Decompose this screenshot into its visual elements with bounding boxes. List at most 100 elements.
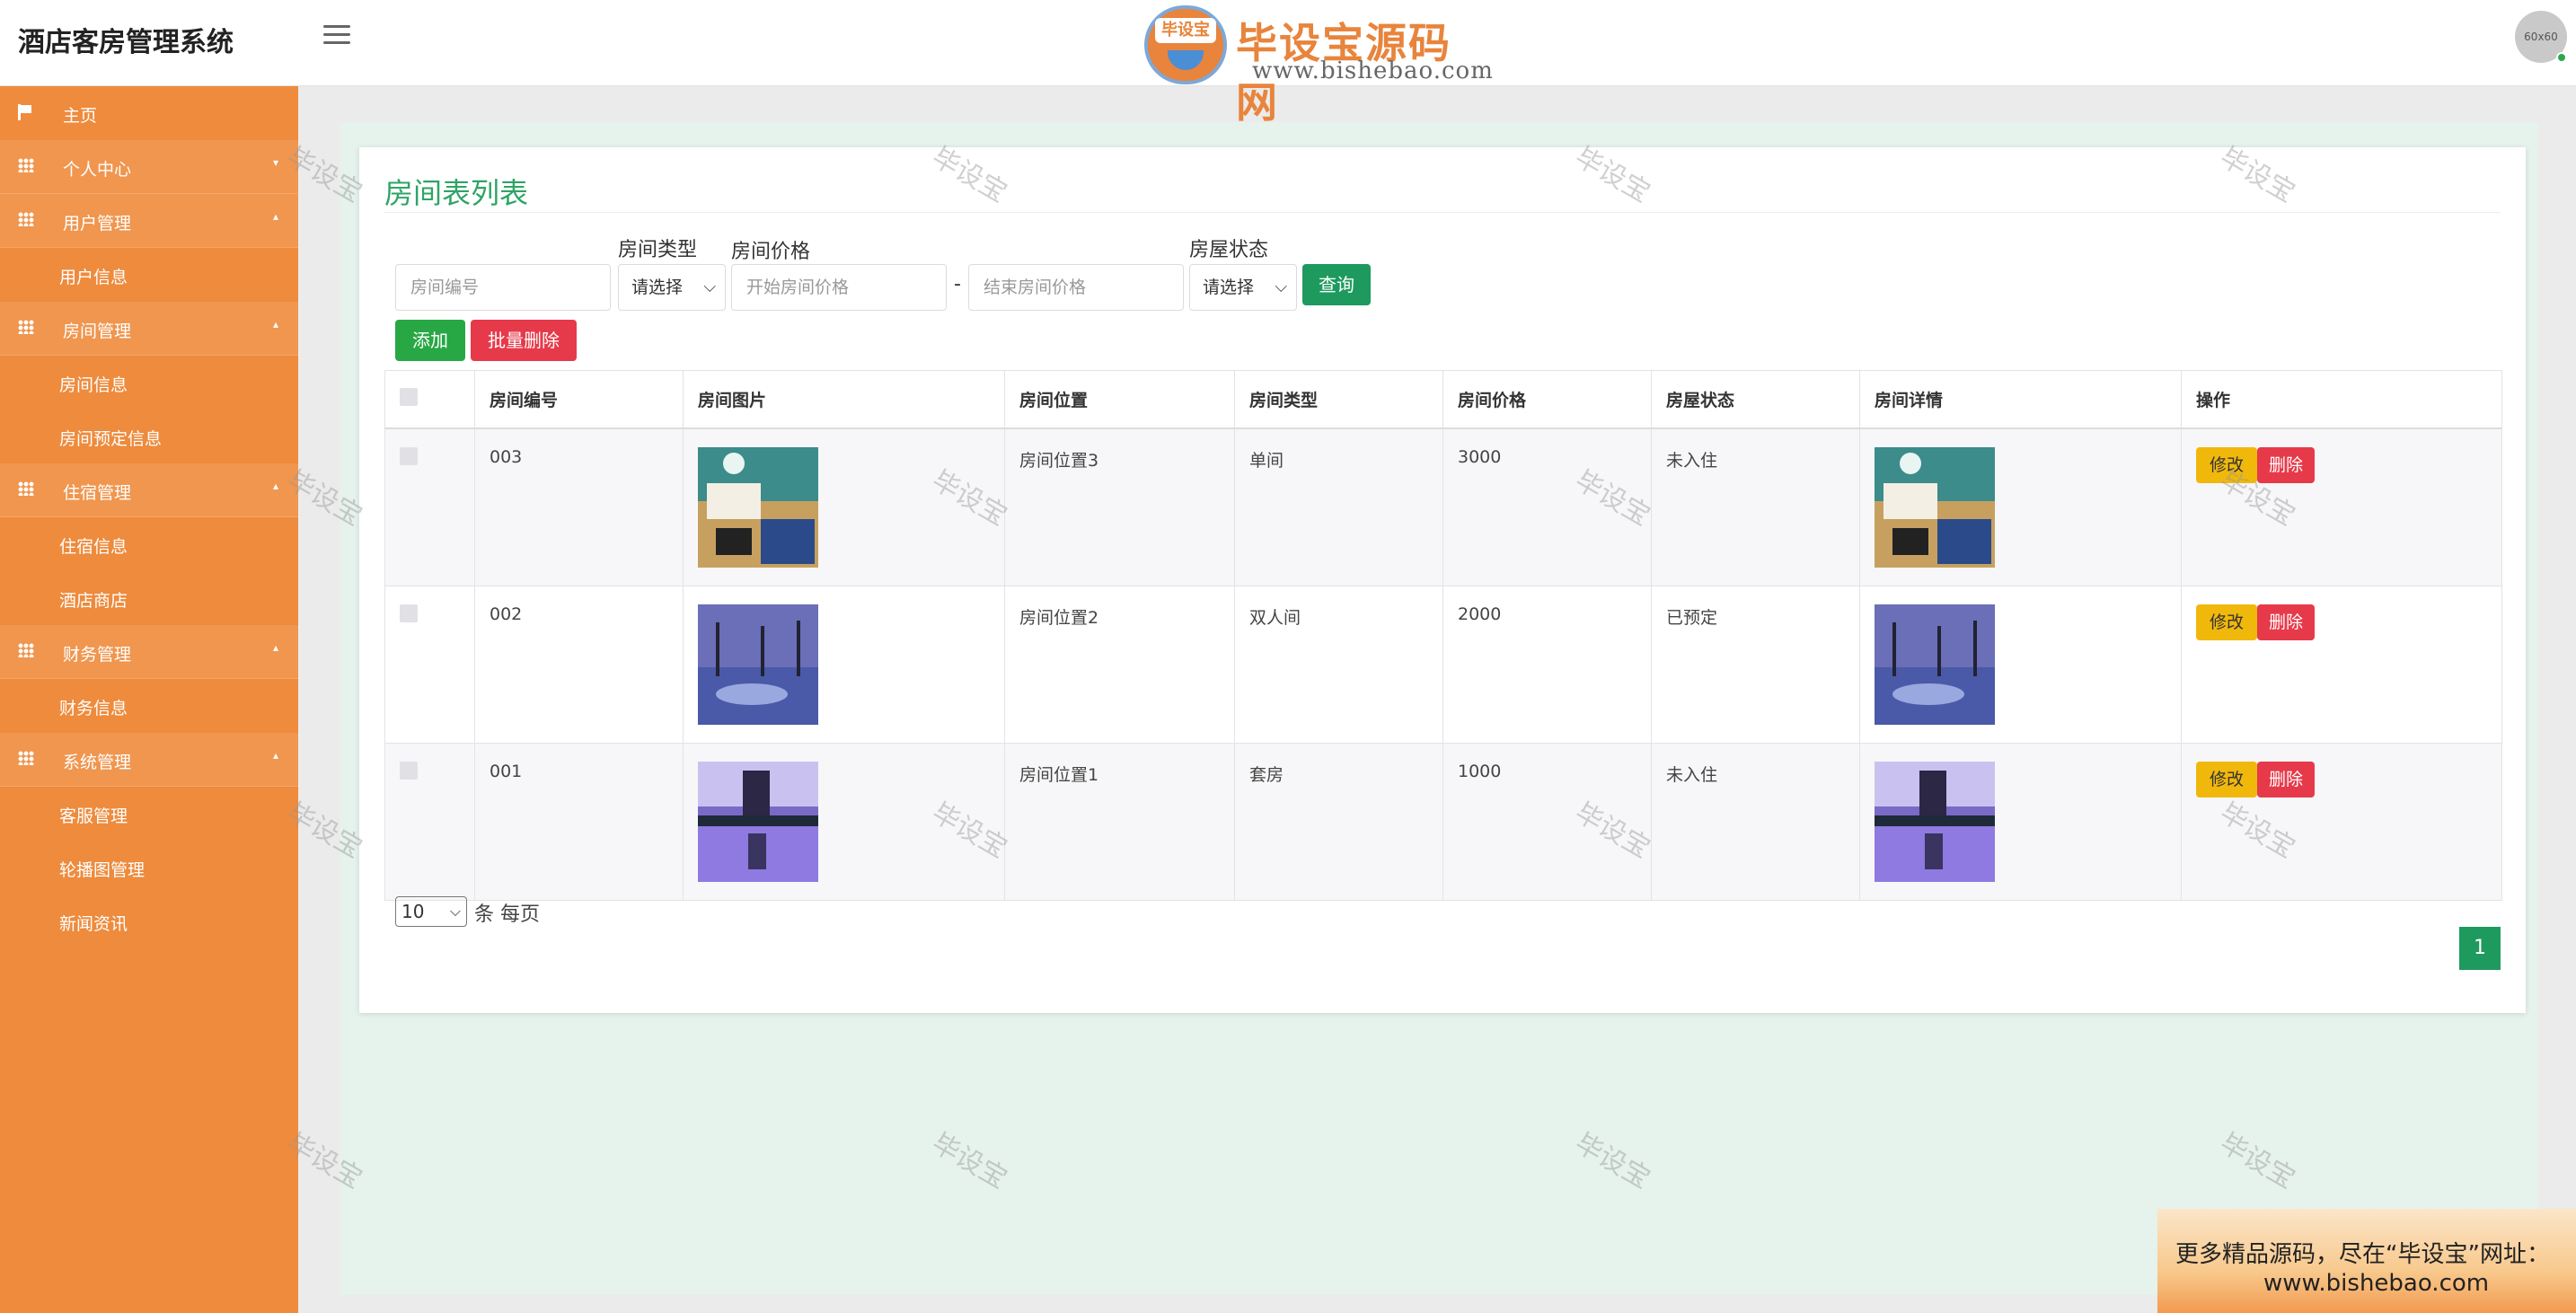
- select-all-checkbox[interactable]: [400, 387, 418, 406]
- sidebar-item-customer-service[interactable]: 客服管理: [0, 787, 298, 841]
- row-checkbox[interactable]: [400, 761, 418, 780]
- sidebar-group-finance[interactable]: 财务管理 ▴: [0, 625, 298, 679]
- select-value: 请选择: [631, 278, 684, 297]
- room-image[interactable]: [698, 446, 818, 568]
- sidebar-group-label: 系统管理: [63, 753, 132, 772]
- room-no-cell: 001: [474, 742, 684, 901]
- price-label: 房间价格: [731, 241, 811, 263]
- sidebar-group-system[interactable]: 系统管理 ▴: [0, 733, 298, 787]
- delete-button[interactable]: 删除: [2257, 604, 2315, 640]
- caret-up-icon: ▴: [273, 480, 279, 492]
- room-detail-cell: [1859, 742, 2182, 901]
- sidebar-item-home[interactable]: 主页: [0, 86, 298, 140]
- row-select-cell: [384, 427, 475, 586]
- room-image[interactable]: [698, 761, 818, 882]
- row-select-cell: [384, 585, 475, 744]
- menu-toggle-icon[interactable]: [323, 25, 350, 48]
- add-button[interactable]: 添加: [395, 320, 465, 361]
- flag-icon: [18, 104, 34, 120]
- status-cell: 已预定: [1651, 585, 1860, 744]
- room-image-cell: [683, 585, 1005, 744]
- caret-up-icon: ▴: [273, 318, 279, 330]
- price-end-input[interactable]: 结束房间价格: [968, 264, 1184, 311]
- sidebar-item-label: 酒店商店: [59, 591, 128, 611]
- column-header: 操作: [2181, 370, 2502, 429]
- room-list-card: 房间表列表 房间编号 房间类型 请选择 ⌵ 房间价格 开始房间价格 - 结束房间…: [359, 147, 2526, 1013]
- sidebar-item-news[interactable]: 新闻资讯: [0, 894, 298, 948]
- promo-banner[interactable]: 更多精品源码，尽在“毕设宝”网址： www.bishebao.com: [2157, 1209, 2576, 1313]
- status-cell: 未入住: [1651, 427, 1860, 586]
- page-title: 房间表列表: [384, 176, 529, 210]
- table-row: 001 房间位置1 套房 1000 未入住 修改 删除: [384, 742, 2502, 901]
- select-value: 请选择: [1203, 278, 1255, 297]
- column-header[interactable]: 房间价格: [1442, 370, 1652, 429]
- search-button[interactable]: 查询: [1302, 264, 1371, 305]
- room-detail-cell: [1859, 585, 2182, 744]
- grid-icon: [18, 643, 34, 659]
- room-image-cell: [683, 742, 1005, 901]
- room-no-cell: 003: [474, 427, 684, 586]
- room-detail-image[interactable]: [1875, 604, 1995, 725]
- row-checkbox[interactable]: [400, 446, 418, 465]
- caret-down-icon: ▾: [273, 156, 279, 169]
- sidebar-item-label: 财务信息: [59, 699, 128, 718]
- column-header[interactable]: 房间类型: [1234, 370, 1443, 429]
- sidebar-group-users[interactable]: 用户管理 ▴: [0, 194, 298, 248]
- sidebar-item-label: 用户信息: [59, 268, 128, 287]
- room-detail-image[interactable]: [1875, 446, 1995, 568]
- sidebar-item-room-info[interactable]: 房间信息: [0, 356, 298, 410]
- logo-badge: 毕设宝: [1155, 18, 1216, 43]
- room-detail-cell: [1859, 427, 2182, 586]
- sidebar-group-personal[interactable]: 个人中心 ▾: [0, 140, 298, 194]
- sidebar-group-lodging[interactable]: 住宿管理 ▴: [0, 463, 298, 517]
- column-header[interactable]: 房间位置: [1004, 370, 1235, 429]
- room-detail-image[interactable]: [1875, 761, 1995, 882]
- grid-icon: [18, 158, 34, 174]
- caret-up-icon: ▴: [273, 210, 279, 223]
- sidebar-item-carousel[interactable]: 轮播图管理: [0, 841, 298, 894]
- caret-up-icon: ▴: [273, 641, 279, 654]
- sidebar-item-label: 房间信息: [59, 375, 128, 395]
- chevron-down-icon: ⌵: [1275, 278, 1287, 296]
- room-no-input[interactable]: 房间编号: [395, 264, 611, 311]
- actions-cell: 修改 删除: [2181, 742, 2502, 901]
- delete-button[interactable]: 删除: [2257, 761, 2315, 797]
- sidebar-item-label: 住宿信息: [59, 537, 128, 557]
- sidebar-item-lodging-info[interactable]: 住宿信息: [0, 517, 298, 571]
- room-type-select[interactable]: 请选择 ⌵: [618, 264, 726, 311]
- room-image[interactable]: [698, 604, 818, 725]
- grid-icon: [18, 481, 34, 498]
- sidebar-item-finance-info[interactable]: 财务信息: [0, 679, 298, 733]
- page-number-button[interactable]: 1: [2459, 927, 2501, 970]
- sidebar-group-label: 住宿管理: [63, 483, 132, 503]
- column-header[interactable]: 房屋状态: [1651, 370, 1860, 429]
- sidebar-item-hotel-shop[interactable]: 酒店商店: [0, 571, 298, 625]
- batch-delete-button[interactable]: 批量删除: [471, 320, 577, 361]
- row-checkbox[interactable]: [400, 604, 418, 622]
- room-table: 房间编号 房间图片 房间位置 房间类型 房间价格 房屋状态 房间详情 操作 00…: [384, 370, 2502, 901]
- type-cell: 双人间: [1234, 585, 1443, 744]
- delete-button[interactable]: 删除: [2257, 446, 2315, 483]
- edit-button[interactable]: 修改: [2196, 604, 2257, 640]
- chevron-down-icon: ⌵: [449, 903, 461, 920]
- sidebar-group-label: 用户管理: [63, 214, 132, 234]
- price-cell: 1000: [1442, 742, 1652, 901]
- edit-button[interactable]: 修改: [2196, 761, 2257, 797]
- top-header: 酒店客房管理系统 毕设宝 毕设宝源码网 www.bishebao.com 60x…: [0, 0, 2576, 127]
- sidebar-item-user-info[interactable]: 用户信息: [0, 248, 298, 302]
- caret-up-icon: ▴: [273, 749, 279, 762]
- edit-button[interactable]: 修改: [2196, 446, 2257, 483]
- price-separator: -: [954, 273, 961, 295]
- status-select[interactable]: 请选择 ⌵: [1189, 264, 1297, 311]
- sidebar-group-rooms[interactable]: 房间管理 ▴: [0, 302, 298, 356]
- sidebar-item-room-booking[interactable]: 房间预定信息: [0, 410, 298, 463]
- location-cell: 房间位置3: [1004, 427, 1235, 586]
- page-size-select[interactable]: 10 ⌵: [395, 896, 467, 927]
- actions-cell: 修改 删除: [2181, 585, 2502, 744]
- chevron-down-icon: ⌵: [703, 278, 716, 296]
- location-cell: 房间位置1: [1004, 742, 1235, 901]
- sidebar-group-label: 房间管理: [63, 322, 132, 341]
- column-header[interactable]: 房间编号: [474, 370, 684, 429]
- price-start-input[interactable]: 开始房间价格: [731, 264, 947, 311]
- room-type-label: 房间类型: [618, 239, 698, 261]
